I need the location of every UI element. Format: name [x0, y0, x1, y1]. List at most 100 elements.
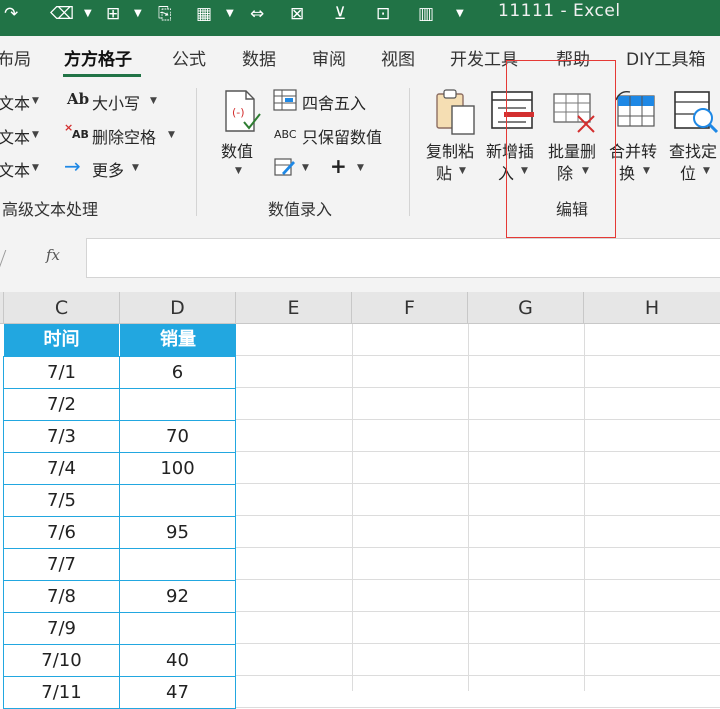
chevron-down-icon[interactable]: ▼	[226, 4, 234, 24]
row-gridline	[236, 707, 720, 708]
keep-value-button[interactable]: 只保留数值	[302, 124, 382, 148]
redo-icon[interactable]: ↷	[4, 4, 18, 24]
edit-cell-icon[interactable]	[274, 157, 296, 177]
chevron-down-icon[interactable]: ▼	[32, 163, 39, 173]
row-gridline	[236, 611, 720, 612]
row-gridline	[236, 355, 720, 356]
row-gridline	[236, 515, 720, 516]
table-header-date[interactable]: 时间	[4, 324, 120, 356]
value-entry-icon: (-)	[225, 90, 261, 132]
tab-formulas[interactable]: 公式	[172, 45, 206, 70]
table-cell-date[interactable]: 7/10	[3, 644, 120, 677]
column-header-e[interactable]: E	[236, 292, 352, 324]
svg-text:(-): (-)	[232, 106, 245, 119]
table-cell-sales[interactable]: 6	[119, 356, 236, 389]
table-cell-sales[interactable]: 70	[119, 420, 236, 453]
table-cell-date[interactable]: 7/3	[3, 420, 120, 453]
column-header-c[interactable]: C	[4, 292, 120, 324]
chevron-down-icon[interactable]: ▼	[703, 166, 710, 176]
find-locate-button[interactable]: 查找定	[669, 138, 717, 162]
filter-icon[interactable]: ⊻	[334, 4, 346, 24]
table-cell-sales[interactable]: 95	[119, 516, 236, 549]
chevron-down-icon[interactable]: ▼	[168, 130, 175, 140]
tab-view[interactable]: 视图	[381, 45, 415, 70]
borders-icon[interactable]: ⊞	[106, 4, 120, 24]
tab-data[interactable]: 数据	[242, 45, 276, 70]
table-icon[interactable]: ▦	[196, 4, 212, 24]
more-button[interactable]: 更多	[92, 157, 124, 181]
tab-diy-toolbox[interactable]: DIY工具箱	[626, 45, 706, 70]
copy-paste-button[interactable]: 复制粘	[426, 138, 474, 162]
tab-review[interactable]: 审阅	[312, 45, 346, 70]
text-menu-3[interactable]: 文本	[0, 157, 30, 181]
row-gridline	[236, 419, 720, 420]
active-tab-indicator	[63, 74, 141, 77]
table-cell-sales[interactable]: 40	[119, 644, 236, 677]
table-cell-sales[interactable]	[119, 548, 236, 581]
table-cell-date[interactable]: 7/2	[3, 388, 120, 421]
chevron-down-icon[interactable]: ▼	[643, 166, 650, 176]
round-button[interactable]: 四舍五入	[302, 90, 366, 114]
row-gridline	[236, 387, 720, 388]
chevron-down-icon[interactable]: ▼	[456, 4, 464, 24]
table-cell-date[interactable]: 7/11	[3, 676, 120, 709]
chevron-down-icon[interactable]: ▼	[357, 163, 364, 173]
remove-space-button[interactable]: 删除空格	[92, 124, 156, 148]
text-menu-2[interactable]: 文本	[0, 124, 30, 148]
table-cell-sales[interactable]	[119, 484, 236, 517]
table-cell-sales[interactable]: 47	[119, 676, 236, 709]
merge-convert-button-line2[interactable]: 换	[619, 160, 635, 184]
table-cell-date[interactable]: 7/5	[3, 484, 120, 517]
table-cell-date[interactable]: 7/6	[3, 516, 120, 549]
text-menu-1[interactable]: 文本	[0, 90, 30, 114]
round-icon	[273, 89, 297, 111]
group-label-value-entry: 数值录入	[268, 200, 333, 219]
chevron-down-icon[interactable]: ▼	[32, 96, 39, 106]
remove-space-icon-text: AB	[72, 128, 89, 141]
chevron-down-icon[interactable]: ▼	[235, 166, 242, 176]
freeze-icon[interactable]: ⊡	[376, 4, 390, 24]
column-width-icon[interactable]: ⇔	[250, 4, 264, 24]
table-cell-sales[interactable]	[119, 612, 236, 645]
table-cell-sales[interactable]	[119, 388, 236, 421]
chevron-down-icon[interactable]: ▼	[302, 163, 309, 173]
clear-format-icon[interactable]: ⊠	[290, 4, 304, 24]
eraser-icon[interactable]: ⌫	[50, 4, 74, 24]
tab-layout[interactable]: 布局	[0, 45, 31, 70]
table-cell-date[interactable]: 7/4	[3, 452, 120, 485]
copy-paste-icon	[436, 89, 475, 135]
title-bar: ↷ ⌫ ▼ ⊞ ▼ ⎘ ▦ ▼ ⇔ ⊠ ⊻ ⊡ ▥ ▼ 11111 - Exce…	[0, 0, 720, 36]
row-gridline	[236, 675, 720, 676]
chevron-down-icon[interactable]: ▼	[84, 4, 92, 24]
column-gridline	[352, 324, 353, 691]
table-cell-sales[interactable]: 92	[119, 580, 236, 613]
copy-paste-button-line2[interactable]: 贴	[436, 160, 452, 184]
case-button[interactable]: 大小写	[92, 90, 140, 114]
value-button[interactable]: 数值	[221, 138, 253, 162]
table-cell-date[interactable]: 7/9	[3, 612, 120, 645]
table-cell-date[interactable]: 7/1	[3, 356, 120, 389]
table-cell-date[interactable]: 7/7	[3, 548, 120, 581]
window-title: 11111 - Excel	[498, 1, 621, 21]
column-header-d[interactable]: D	[120, 292, 236, 324]
chevron-down-icon[interactable]: ▼	[150, 96, 157, 106]
tab-fangfanggezi[interactable]: 方方格子	[64, 45, 132, 70]
formula-input[interactable]	[86, 238, 720, 278]
chevron-down-icon[interactable]: ▼	[134, 4, 142, 24]
table-cell-sales[interactable]: 100	[119, 452, 236, 485]
insert-function-icon[interactable]: fx	[46, 246, 60, 264]
column-header-h[interactable]: H	[584, 292, 720, 324]
chart-icon[interactable]: ▥	[418, 4, 434, 24]
chevron-down-icon[interactable]: ▼	[132, 163, 139, 173]
table-header-sales[interactable]: 销量	[120, 324, 236, 356]
plus-icon[interactable]: +	[330, 154, 347, 178]
table-cell-date[interactable]: 7/8	[3, 580, 120, 613]
column-header-f[interactable]: F	[352, 292, 468, 324]
format-painter-icon[interactable]: ⎘	[158, 4, 172, 24]
chevron-down-icon[interactable]: ▼	[32, 130, 39, 140]
column-header-g[interactable]: G	[468, 292, 584, 324]
find-locate-button-line2[interactable]: 位	[680, 160, 696, 184]
chevron-down-icon[interactable]: ▼	[459, 166, 466, 176]
row-gridline	[236, 483, 720, 484]
merge-convert-button[interactable]: 合并转	[609, 138, 657, 162]
